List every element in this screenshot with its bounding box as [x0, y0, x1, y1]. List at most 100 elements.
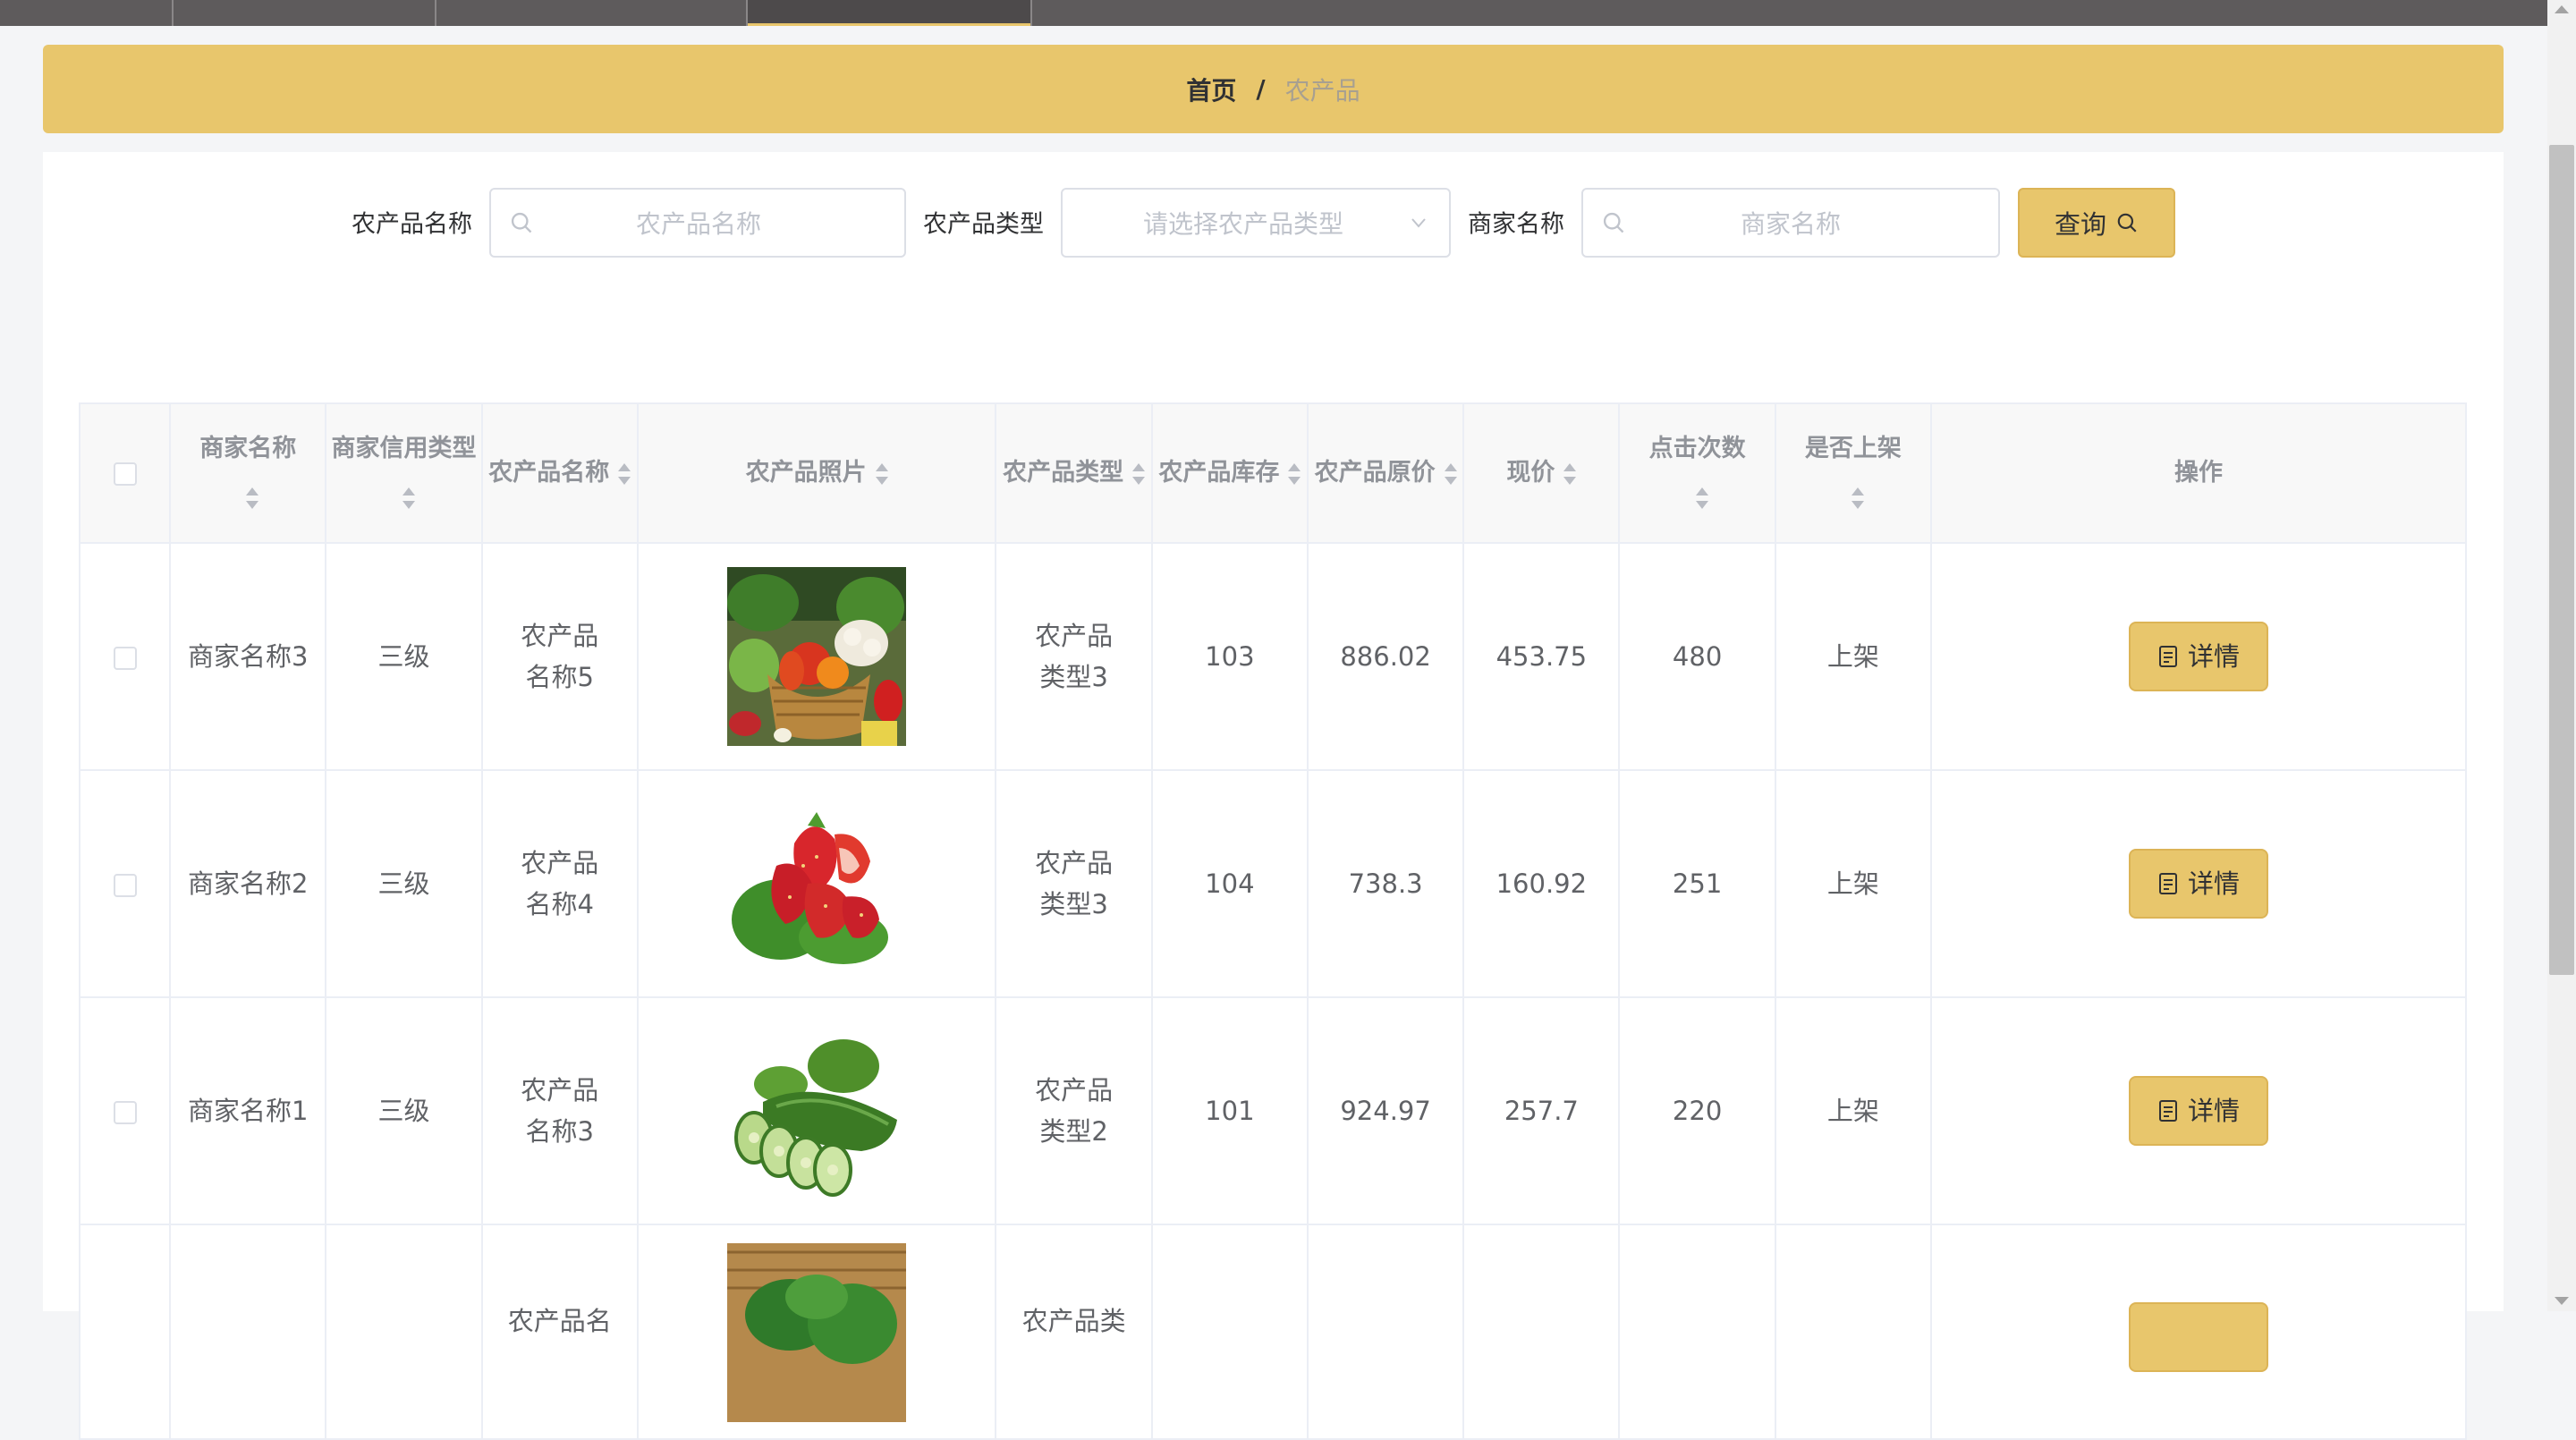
credit-type-cell: 三级 [325, 769, 483, 998]
detail-button-label: 详情 [2187, 641, 2240, 672]
query-button[interactable]: 查询 [2018, 188, 2175, 258]
detail-button[interactable]: 详情 [2128, 622, 2268, 691]
document-icon [2158, 1100, 2177, 1122]
detail-button-label: 详情 [2187, 868, 2240, 899]
scroll-up-arrow-icon[interactable] [2555, 5, 2569, 13]
leafy-greens-image[interactable] [727, 1243, 907, 1422]
clicks-cell: 480 [1618, 542, 1776, 771]
product-type-label: 农产品类型 [923, 210, 1044, 239]
search-icon [1603, 212, 1624, 233]
sort-icon[interactable] [1444, 462, 1457, 485]
clicks-cell: 220 [1618, 996, 1776, 1225]
product-type-cell: 农产品类型3 [995, 769, 1153, 998]
table-row: 商家名称3 三级 农产品名称5 农产品类型3 103 886.02 453.75… [78, 542, 2468, 771]
nav-divider [172, 0, 174, 26]
merchant-name-placeholder: 商家名称 [1741, 209, 1842, 239]
row-checkbox[interactable] [113, 1101, 137, 1124]
product-name-placeholder: 农产品名称 [636, 209, 762, 239]
column-header-actions: 操作 [1929, 402, 2468, 544]
vegetable-basket-image[interactable] [727, 567, 907, 746]
product-photo-cell [636, 1224, 997, 1440]
product-type-cell: 农产品类型3 [995, 542, 1153, 771]
breadcrumb: 首页 / 农产品 [43, 45, 2504, 133]
select-all-checkbox[interactable] [113, 462, 137, 486]
actions-cell: 详情 [1929, 542, 2468, 771]
breadcrumb-home[interactable]: 首页 [1186, 72, 1236, 107]
on-shelf-cell: 上架 [1774, 996, 1932, 1225]
stock-cell: 104 [1150, 769, 1309, 998]
row-checkbox[interactable] [113, 647, 137, 670]
product-type-cell: 农产品类 [995, 1224, 1153, 1440]
product-type-cell: 农产品类型2 [995, 996, 1153, 1225]
breadcrumb-separator: / [1256, 74, 1266, 104]
merchant-name-cell: 商家名称1 [169, 996, 327, 1225]
current-price-cell: 257.7 [1462, 996, 1621, 1225]
product-name-input[interactable]: 农产品名称 [489, 188, 906, 258]
sort-icon[interactable] [1851, 487, 1864, 509]
actions-cell: 详情 [1929, 996, 2468, 1225]
sort-icon[interactable] [246, 487, 259, 509]
top-nav-bar [0, 0, 2547, 26]
nav-tab-active[interactable] [746, 0, 1032, 26]
credit-type-cell: 三级 [325, 542, 483, 771]
current-price-cell: 160.92 [1462, 769, 1621, 998]
document-icon [2158, 646, 2177, 667]
product-type-select[interactable]: 请选择农产品类型 [1061, 188, 1451, 258]
detail-button[interactable]: 详情 [2128, 1076, 2268, 1146]
original-price-cell: 886.02 [1306, 542, 1465, 771]
product-name-cell: 农产品名称3 [480, 996, 639, 1225]
breadcrumb-current: 农产品 [1284, 75, 1360, 106]
column-header-product-type[interactable]: 农产品类型 [995, 402, 1153, 544]
chevron-down-icon [1411, 218, 1426, 228]
stock-cell: 103 [1150, 542, 1309, 771]
column-header-credit-type[interactable]: 商家信用类型 [325, 402, 483, 544]
stock-cell: 101 [1150, 996, 1309, 1225]
detail-button[interactable]: 详情 [2128, 849, 2268, 919]
product-name-cell: 农产品名 [480, 1224, 639, 1440]
product-table: 商家名称 商家信用类型 农产品名称 农产品照片 农产品类型 农产品库存 农产品原… [78, 402, 2468, 1440]
cucumber-image[interactable] [727, 1021, 907, 1200]
column-header-clicks[interactable]: 点击次数 [1618, 402, 1776, 544]
on-shelf-cell: 上架 [1774, 542, 1932, 771]
sort-icon[interactable] [875, 462, 888, 485]
original-price-cell: 738.3 [1306, 769, 1465, 998]
column-header-product-photo[interactable]: 农产品照片 [636, 402, 997, 544]
on-shelf-cell: 上架 [1774, 769, 1932, 998]
search-icon [511, 212, 532, 233]
merchant-name-cell: 商家名称3 [169, 542, 327, 771]
sort-icon[interactable] [1563, 462, 1577, 485]
row-checkbox[interactable] [113, 874, 137, 897]
column-header-original-price[interactable]: 农产品原价 [1306, 402, 1465, 544]
credit-type-cell: 三级 [325, 996, 483, 1225]
actions-cell [1929, 1224, 2468, 1440]
column-header-merchant-name[interactable]: 商家名称 [169, 402, 327, 544]
column-header-current-price[interactable]: 现价 [1462, 402, 1621, 544]
sort-icon[interactable] [1132, 462, 1146, 485]
detail-button[interactable] [2128, 1302, 2268, 1372]
merchant-name-input[interactable]: 商家名称 [1581, 188, 2000, 258]
product-type-placeholder: 请选择农产品类型 [1143, 209, 1344, 239]
product-name-label: 农产品名称 [352, 210, 472, 239]
strawberries-image[interactable] [727, 794, 907, 973]
query-button-label: 查询 [2054, 209, 2106, 240]
sort-icon[interactable] [1695, 487, 1708, 509]
nav-divider [435, 0, 436, 26]
table-row: 商家名称2 三级 农产品名称4 农产品类型3 104 738.3 160.92 … [78, 769, 2468, 998]
current-price-cell: 453.75 [1462, 542, 1621, 771]
sort-icon[interactable] [618, 462, 631, 485]
column-header-stock[interactable]: 农产品库存 [1150, 402, 1309, 544]
actions-cell: 详情 [1929, 769, 2468, 998]
scroll-down-arrow-icon[interactable] [2555, 1297, 2569, 1305]
original-price-cell: 924.97 [1306, 996, 1465, 1225]
scrollbar-thumb[interactable] [2549, 145, 2574, 975]
table-row: 商家名称1 三级 农产品名称3 农产品类型2 101 924.97 257.7 … [78, 996, 2468, 1225]
table-header-row: 商家名称 商家信用类型 农产品名称 农产品照片 农产品类型 农产品库存 农产品原… [78, 402, 2468, 544]
column-header-on-shelf[interactable]: 是否上架 [1774, 402, 1932, 544]
column-header-product-name[interactable]: 农产品名称 [480, 402, 639, 544]
sort-icon[interactable] [402, 487, 415, 509]
product-photo-cell [636, 542, 997, 771]
document-icon [2158, 873, 2177, 894]
merchant-name-label: 商家名称 [1468, 210, 1564, 239]
product-name-cell: 农产品名称4 [480, 769, 639, 998]
sort-icon[interactable] [1288, 462, 1301, 485]
